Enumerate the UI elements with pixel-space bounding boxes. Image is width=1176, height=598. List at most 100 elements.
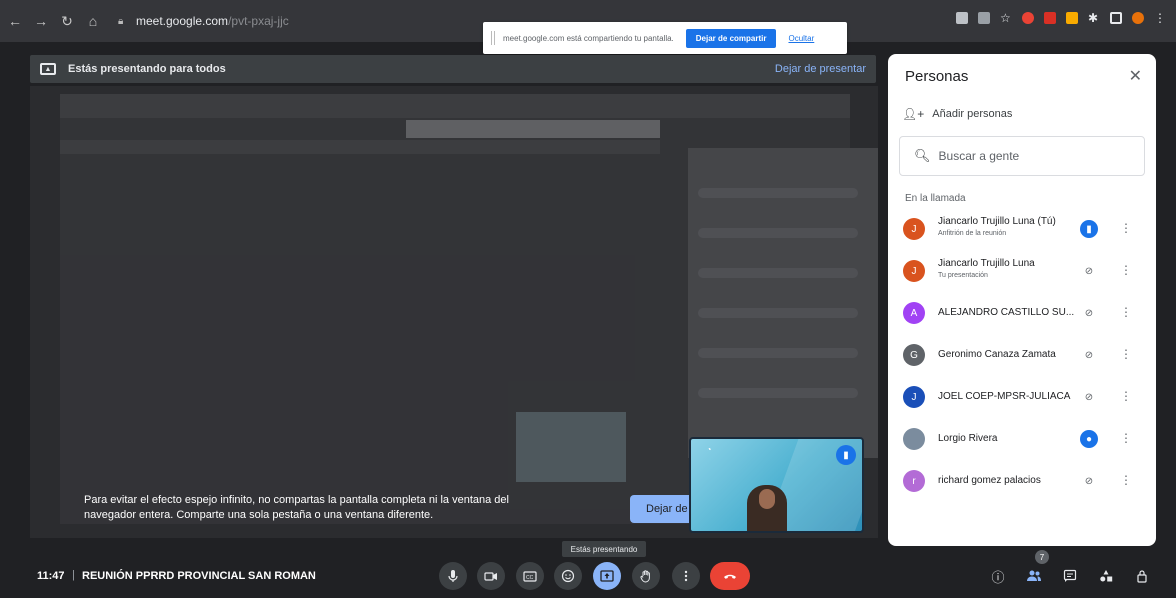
forward-icon[interactable]: → — [30, 10, 52, 32]
participant-row[interactable]: J Jiancarlo Trujillo Luna Tu presentació… — [888, 251, 1156, 291]
avatar: G — [903, 344, 925, 366]
avatar: J — [903, 260, 925, 282]
mirror-banner — [60, 140, 660, 154]
more-options-icon[interactable]: ⋮ — [1120, 221, 1132, 235]
close-icon[interactable]: ✕ — [1129, 66, 1142, 86]
participant-row[interactable]: Lorgio Rivera ● ⋮ — [888, 419, 1156, 459]
meeting-title: REUNIÓN PPRRD PROVINCIAL SAN ROMAN — [82, 570, 316, 582]
participant-count-badge: 7 — [1035, 550, 1049, 564]
muted-mic-icon[interactable]: ⊘ — [1080, 304, 1098, 322]
avatar: r — [903, 470, 925, 492]
activities-icon — [1100, 570, 1113, 582]
participant-row[interactable]: J Jiancarlo Trujillo Luna (Tú) Anfitrión… — [888, 209, 1156, 249]
present-screen-icon: ▲ — [40, 63, 56, 75]
participant-name: Geronimo Canaza Zamata — [938, 349, 1056, 360]
drag-handle[interactable] — [491, 31, 495, 45]
extension-red-icon[interactable] — [1022, 12, 1034, 24]
more-options-icon[interactable]: ⋮ — [1120, 389, 1132, 403]
participant-name: Lorgio Rivera — [938, 433, 998, 444]
in-call-section-label: En la llamada — [905, 193, 966, 204]
microphone-icon — [448, 570, 458, 582]
participant-role: Tu presentación — [938, 272, 988, 279]
more-options-icon[interactable]: ⋮ — [1120, 305, 1132, 319]
microphone-button[interactable] — [439, 562, 467, 590]
hide-notice-link[interactable]: Ocultar — [788, 34, 814, 43]
more-options-icon — [684, 570, 688, 582]
self-video-tile[interactable]: ◔ ▮ — [689, 437, 864, 533]
star-icon[interactable]: ☆ — [1000, 12, 1012, 24]
host-controls-button[interactable] — [1131, 565, 1153, 587]
lock-person-icon — [1137, 570, 1147, 583]
extension-yellow-icon[interactable] — [1066, 12, 1078, 24]
chat-button[interactable] — [1059, 565, 1081, 587]
share-icon[interactable] — [978, 12, 990, 24]
captions-button[interactable]: CC — [516, 562, 544, 590]
search-icon: 🔍︎ — [914, 148, 931, 163]
lock-icon: 🔒︎ — [118, 15, 124, 27]
mirror-row — [698, 268, 858, 278]
speaking-icon: ● — [1080, 430, 1098, 448]
more-options-button[interactable] — [672, 562, 700, 590]
mirror-self-tile — [516, 412, 626, 482]
muted-mic-icon[interactable]: ⊘ — [1080, 262, 1098, 280]
window-icon[interactable] — [1110, 12, 1122, 24]
activities-button[interactable] — [1095, 565, 1117, 587]
search-placeholder: Buscar a gente — [938, 149, 1020, 163]
emoji-icon — [561, 569, 575, 583]
profile-avatar-icon[interactable] — [1132, 12, 1144, 24]
mirror-people-panel — [688, 148, 878, 458]
info-icon: ⓘ — [991, 569, 1005, 585]
more-options-icon[interactable]: ⋮ — [1120, 263, 1132, 277]
participant-row[interactable]: r richard gomez palacios ⊘ ⋮ — [888, 461, 1156, 501]
participant-role: Anfitrión de la reunión — [938, 230, 1007, 237]
extension-stop-icon[interactable] — [1044, 12, 1056, 24]
participant-name: Jiancarlo Trujillo Luna (Tú) — [938, 216, 1056, 227]
presenting-banner: ▲ Estás presentando para todos Dejar de … — [30, 55, 876, 83]
back-icon[interactable]: ← — [4, 10, 26, 32]
mirror-row — [698, 348, 858, 358]
search-people-input[interactable]: 🔍︎ Buscar a gente — [899, 136, 1145, 176]
camera-button[interactable] — [477, 562, 505, 590]
brand-logo-icon: ◔ — [706, 445, 712, 454]
meeting-info-button[interactable]: ⓘ — [987, 565, 1009, 587]
end-call-icon — [724, 574, 736, 579]
add-people-label: Añadir personas — [932, 108, 1013, 120]
end-call-button[interactable] — [710, 562, 750, 590]
avatar: J — [903, 218, 925, 240]
emoji-button[interactable] — [554, 562, 582, 590]
muted-mic-icon[interactable]: ⊘ — [1080, 388, 1098, 406]
raise-hand-button[interactable] — [632, 562, 660, 590]
participant-row[interactable]: G Geronimo Canaza Zamata ⊘ ⋮ — [888, 335, 1156, 375]
extension-icons: ☆ ✱ ⋮ — [956, 12, 1166, 24]
participant-row[interactable]: A ALEJANDRO CASTILLO SU... ⊘ ⋮ — [888, 293, 1156, 333]
camera-indicator-icon[interactable] — [956, 12, 968, 24]
reload-icon[interactable]: ↻ — [56, 10, 78, 32]
home-icon[interactable]: ⌂ — [82, 10, 104, 32]
stop-presenting-link[interactable]: Dejar de presentar — [775, 63, 866, 75]
address-bar[interactable]: 🔒︎ meet.google.com /pvt-pxaj-jjc — [118, 11, 478, 31]
extensions-puzzle-icon[interactable]: ✱ — [1088, 12, 1100, 24]
more-options-icon[interactable]: ⋮ — [1120, 431, 1132, 445]
add-people-button[interactable]: 👤︎+ Añadir personas — [902, 107, 1012, 121]
more-options-icon[interactable]: ⋮ — [1120, 473, 1132, 487]
present-icon — [600, 570, 614, 582]
mirror-share-bar — [406, 120, 660, 138]
people-icon — [1027, 570, 1041, 581]
meeting-time: 11:47 — [37, 570, 65, 582]
people-button[interactable] — [1023, 565, 1045, 587]
avatar-photo — [903, 428, 925, 450]
add-person-icon: 👤︎+ — [902, 107, 925, 121]
participant-name: JOEL COEP-MPSR-JULIACA — [938, 391, 1071, 402]
avatar: A — [903, 302, 925, 324]
muted-mic-icon[interactable]: ⊘ — [1080, 346, 1098, 364]
stop-sharing-button[interactable]: Dejar de compartir — [685, 28, 777, 48]
url-path: /pvt-pxaj-jjc — [228, 14, 289, 28]
participant-row[interactable]: J JOEL COEP-MPSR-JULIACA ⊘ ⋮ — [888, 377, 1156, 417]
mirror-toolbar — [60, 94, 850, 118]
participant-name: richard gomez palacios — [938, 475, 1041, 486]
present-button[interactable] — [593, 562, 621, 590]
separator: | — [72, 569, 75, 581]
more-options-icon[interactable]: ⋮ — [1120, 347, 1132, 361]
muted-mic-icon[interactable]: ⊘ — [1080, 472, 1098, 490]
browser-menu-icon[interactable]: ⋮ — [1154, 12, 1166, 24]
